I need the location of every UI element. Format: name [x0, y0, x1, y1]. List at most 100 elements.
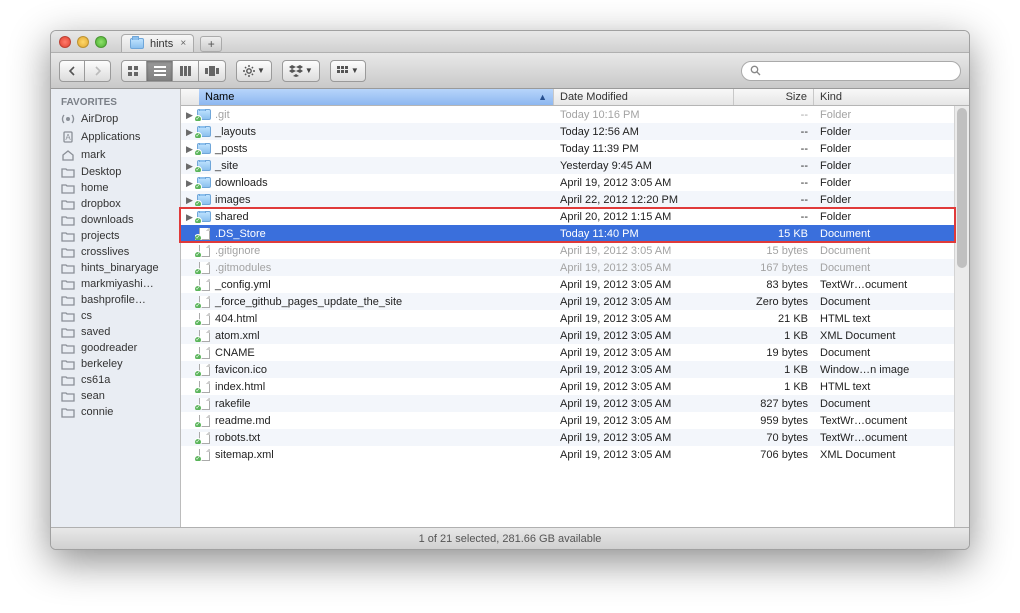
dropbox-menu-button[interactable]: ▼	[282, 60, 320, 82]
file-kind: XML Document	[814, 330, 954, 342]
file-date: April 19, 2012 3:05 AM	[554, 381, 734, 393]
sidebar-item-crosslives[interactable]: crosslives	[51, 244, 180, 260]
sidebar-item-connie[interactable]: connie	[51, 404, 180, 420]
forward-button[interactable]	[85, 60, 111, 82]
sidebar-item-cs[interactable]: cs	[51, 308, 180, 324]
sidebar-item-dropbox[interactable]: dropbox	[51, 196, 180, 212]
sidebar-item-label: projects	[81, 230, 120, 242]
svg-text:A: A	[65, 133, 71, 142]
minimize-window-button[interactable]	[77, 36, 89, 48]
coverflow-view-button[interactable]	[199, 60, 226, 82]
vertical-scrollbar[interactable]	[954, 106, 969, 527]
file-row[interactable]: ▶✓imagesApril 22, 2012 12:20 PM--Folder	[181, 191, 954, 208]
file-row[interactable]: ✓favicon.icoApril 19, 2012 3:05 AM1 KBWi…	[181, 361, 954, 378]
disclosure-triangle-icon[interactable]: ▶	[185, 195, 194, 206]
search-input[interactable]	[765, 65, 952, 77]
new-tab-button[interactable]: +	[200, 36, 222, 52]
disclosure-triangle-icon[interactable]: ▶	[185, 178, 194, 189]
column-name-label: Name	[205, 91, 234, 103]
list-icon	[154, 66, 166, 76]
disclosure-triangle-icon[interactable]: ▶	[185, 127, 194, 138]
file-row[interactable]: ✓index.htmlApril 19, 2012 3:05 AM1 KBHTM…	[181, 378, 954, 395]
column-name[interactable]: Name ▲	[199, 89, 554, 105]
file-date: April 19, 2012 3:05 AM	[554, 449, 734, 461]
file-size: 827 bytes	[734, 398, 814, 410]
grid-icon	[128, 66, 140, 76]
file-kind: Document	[814, 398, 954, 410]
folder-icon: ✓	[197, 109, 211, 121]
file-row[interactable]: ▶✓_layoutsToday 12:56 AM--Folder	[181, 123, 954, 140]
scrollbar-thumb[interactable]	[957, 108, 967, 268]
file-name: .DS_Store	[215, 228, 266, 240]
file-date: April 19, 2012 3:05 AM	[554, 364, 734, 376]
sidebar-item-saved[interactable]: saved	[51, 324, 180, 340]
file-row[interactable]: ▶✓_postsToday 11:39 PM--Folder	[181, 140, 954, 157]
close-tab-button[interactable]: ×	[177, 37, 189, 49]
sidebar-item-applications[interactable]: AApplications	[51, 128, 180, 146]
applications-icon: A	[61, 130, 75, 144]
sidebar-item-downloads[interactable]: downloads	[51, 212, 180, 228]
file-row[interactable]: ✓atom.xmlApril 19, 2012 3:05 AM1 KBXML D…	[181, 327, 954, 344]
file-row[interactable]: ✓_config.ymlApril 19, 2012 3:05 AM83 byt…	[181, 276, 954, 293]
sidebar-item-goodreader[interactable]: goodreader	[51, 340, 180, 356]
file-row[interactable]: ✓.gitmodulesApril 19, 2012 3:05 AM167 by…	[181, 259, 954, 276]
file-kind: Folder	[814, 109, 954, 121]
file-list[interactable]: ▶✓.gitToday 10:16 PM--Folder▶✓_layoutsTo…	[181, 106, 954, 527]
sidebar-item-label: goodreader	[81, 342, 137, 354]
file-row[interactable]: ✓404.htmlApril 19, 2012 3:05 AM21 KBHTML…	[181, 310, 954, 327]
file-kind: Document	[814, 347, 954, 359]
column-view-button[interactable]	[173, 60, 199, 82]
sidebar-item-desktop[interactable]: Desktop	[51, 164, 180, 180]
back-button[interactable]	[59, 60, 85, 82]
file-kind: Document	[814, 296, 954, 308]
file-row[interactable]: ▶✓.gitToday 10:16 PM--Folder	[181, 106, 954, 123]
sidebar-item-cs61a[interactable]: cs61a	[51, 372, 180, 388]
disclosure-triangle-icon[interactable]: ▶	[185, 110, 194, 121]
disclosure-triangle-icon[interactable]: ▶	[185, 144, 194, 155]
file-row[interactable]: ✓.DS_StoreToday 11:40 PM15 KBDocument	[181, 225, 954, 242]
file-name: rakefile	[215, 398, 250, 410]
column-kind[interactable]: Kind	[814, 89, 954, 105]
file-row[interactable]: ▶✓_siteYesterday 9:45 AM--Folder	[181, 157, 954, 174]
disclosure-triangle-icon[interactable]: ▶	[185, 212, 194, 223]
sidebar-item-markmiyashi-[interactable]: markmiyashi…	[51, 276, 180, 292]
file-row[interactable]: ✓robots.txtApril 19, 2012 3:05 AM70 byte…	[181, 429, 954, 446]
file-row[interactable]: ✓CNAMEApril 19, 2012 3:05 AM19 bytesDocu…	[181, 344, 954, 361]
file-row[interactable]: ✓readme.mdApril 19, 2012 3:05 AM959 byte…	[181, 412, 954, 429]
file-row[interactable]: ✓.gitignoreApril 19, 2012 3:05 AM15 byte…	[181, 242, 954, 259]
close-window-button[interactable]	[59, 36, 71, 48]
zoom-window-button[interactable]	[95, 36, 107, 48]
file-row[interactable]: ▶✓downloadsApril 19, 2012 3:05 AM--Folde…	[181, 174, 954, 191]
file-kind: HTML text	[814, 381, 954, 393]
arrange-menu-button[interactable]: ▼	[330, 60, 366, 82]
file-size: --	[734, 194, 814, 206]
sidebar-item-berkeley[interactable]: berkeley	[51, 356, 180, 372]
sidebar-item-home[interactable]: home	[51, 180, 180, 196]
icon-view-button[interactable]	[121, 60, 147, 82]
sidebar-item-hints-binaryage[interactable]: hints_binaryage	[51, 260, 180, 276]
sidebar-item-projects[interactable]: projects	[51, 228, 180, 244]
sidebar-item-bashprofile-[interactable]: bashprofile…	[51, 292, 180, 308]
tab-hints[interactable]: hints ×	[121, 34, 194, 52]
sidebar-item-airdrop[interactable]: AirDrop	[51, 110, 180, 128]
sidebar-item-sean[interactable]: sean	[51, 388, 180, 404]
file-kind: Document	[814, 245, 954, 257]
sidebar-item-mark[interactable]: mark	[51, 146, 180, 164]
column-size[interactable]: Size	[734, 89, 814, 105]
sidebar: FAVORITES AirDropAApplicationsmarkDeskto…	[51, 89, 181, 527]
file-row[interactable]: ✓_force_github_pages_update_the_siteApri…	[181, 293, 954, 310]
column-date[interactable]: Date Modified	[554, 89, 734, 105]
search-field[interactable]	[741, 61, 961, 81]
action-menu-button[interactable]: ▼	[236, 60, 272, 82]
file-size: --	[734, 160, 814, 172]
file-kind: Folder	[814, 194, 954, 206]
file-date: April 19, 2012 3:05 AM	[554, 415, 734, 427]
file-row[interactable]: ✓sitemap.xmlApril 19, 2012 3:05 AM706 by…	[181, 446, 954, 463]
disclosure-triangle-icon[interactable]: ▶	[185, 161, 194, 172]
sidebar-item-label: dropbox	[81, 198, 121, 210]
file-row[interactable]: ✓rakefileApril 19, 2012 3:05 AM827 bytes…	[181, 395, 954, 412]
file-name: .gitignore	[215, 245, 260, 257]
file-date: April 19, 2012 3:05 AM	[554, 262, 734, 274]
file-row[interactable]: ▶✓sharedApril 20, 2012 1:15 AM--Folder	[181, 208, 954, 225]
list-view-button[interactable]	[147, 60, 173, 82]
